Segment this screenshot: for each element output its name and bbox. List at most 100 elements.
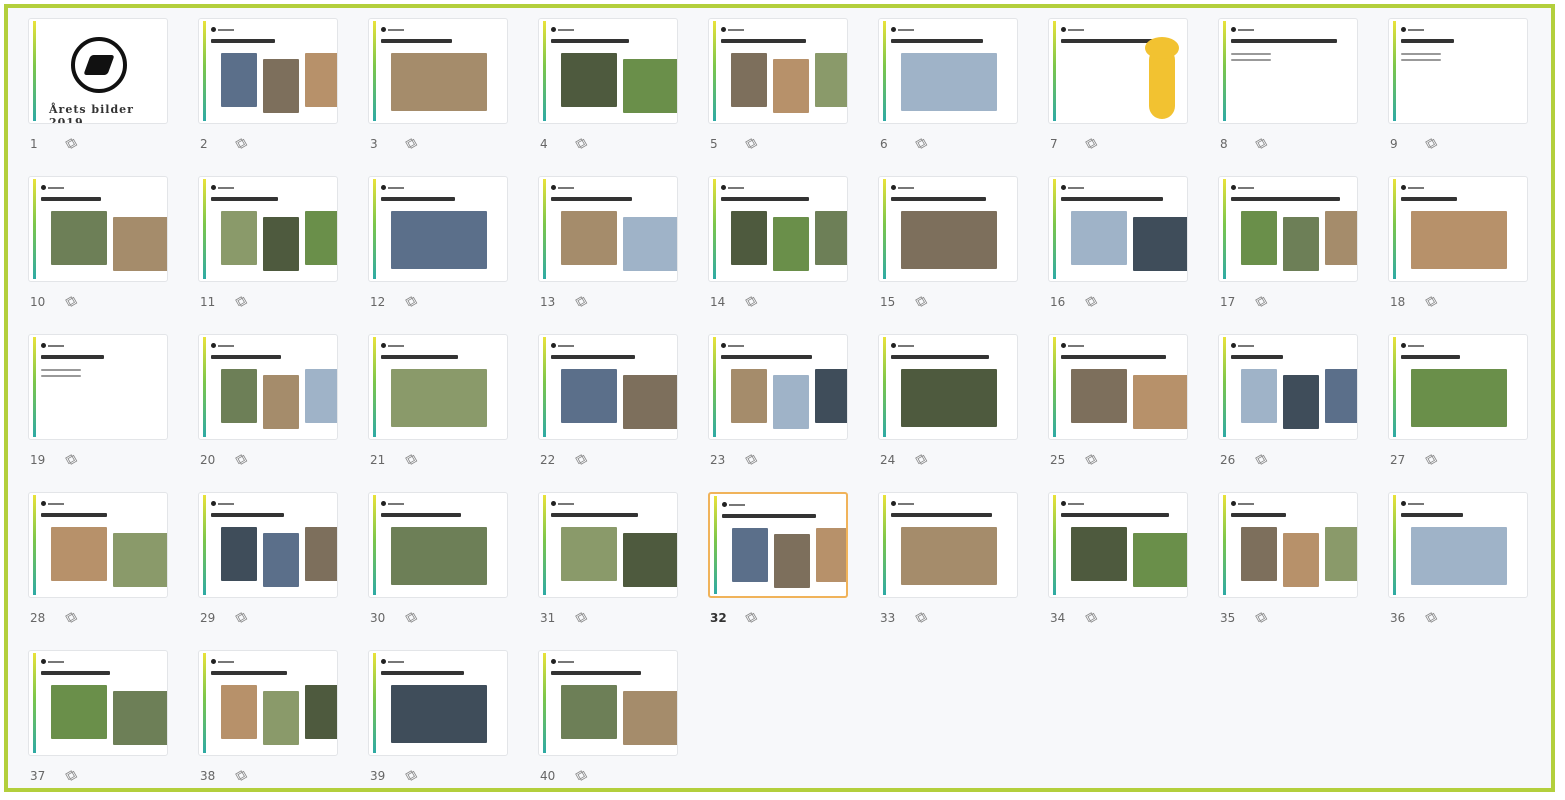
paperclip-icon[interactable]: ⧉ [59, 605, 84, 630]
paperclip-icon[interactable]: ⧉ [1079, 605, 1104, 630]
slide-thumbnail[interactable] [1048, 492, 1188, 598]
slide-thumbnail[interactable] [708, 334, 848, 440]
slide-thumbnail[interactable]: Årets bilder 2019 [28, 18, 168, 124]
slide-item[interactable]: 9 ⧉ [1388, 18, 1548, 168]
slide-thumbnail[interactable] [708, 176, 848, 282]
slide-thumbnail[interactable] [198, 176, 338, 282]
paperclip-icon[interactable]: ⧉ [1249, 289, 1274, 314]
paperclip-icon[interactable]: ⧉ [59, 131, 84, 156]
paperclip-icon[interactable]: ⧉ [569, 447, 594, 472]
slide-thumbnail[interactable] [878, 334, 1018, 440]
slide-item[interactable]: 10 ⧉ [28, 176, 188, 326]
slide-item[interactable]: 14 ⧉ [708, 176, 868, 326]
paperclip-icon[interactable]: ⧉ [569, 131, 594, 156]
paperclip-icon[interactable]: ⧉ [399, 289, 424, 314]
slide-item[interactable]: 28 ⧉ [28, 492, 188, 642]
slide-thumbnail[interactable] [878, 176, 1018, 282]
slide-thumbnail[interactable] [1048, 334, 1188, 440]
paperclip-icon[interactable]: ⧉ [909, 447, 934, 472]
slide-thumbnail[interactable] [1388, 176, 1528, 282]
slide-thumbnail[interactable] [878, 492, 1018, 598]
slide-thumbnail[interactable] [708, 492, 848, 598]
slide-item[interactable]: 12 ⧉ [368, 176, 528, 326]
slide-item[interactable]: 19 ⧉ [28, 334, 188, 484]
slide-item[interactable]: 2 ⧉ [198, 18, 358, 168]
slide-thumbnail[interactable] [368, 492, 508, 598]
slide-item[interactable]: 34 ⧉ [1048, 492, 1208, 642]
slide-item[interactable]: 37 ⧉ [28, 650, 188, 800]
paperclip-icon[interactable]: ⧉ [1079, 447, 1104, 472]
slide-item[interactable]: 4 ⧉ [538, 18, 698, 168]
slide-item[interactable]: 29 ⧉ [198, 492, 358, 642]
paperclip-icon[interactable]: ⧉ [1419, 289, 1444, 314]
slide-thumbnail[interactable] [28, 492, 168, 598]
slide-item[interactable]: 30 ⧉ [368, 492, 528, 642]
slide-thumbnail[interactable] [28, 650, 168, 756]
slide-item[interactable]: 32 ⧉ [708, 492, 868, 642]
slide-thumbnail[interactable] [368, 650, 508, 756]
paperclip-icon[interactable]: ⧉ [229, 289, 254, 314]
slide-thumbnail[interactable] [198, 492, 338, 598]
paperclip-icon[interactable]: ⧉ [229, 763, 254, 788]
slide-item[interactable]: 15 ⧉ [878, 176, 1038, 326]
slide-thumbnail[interactable] [538, 334, 678, 440]
slide-item[interactable]: 39 ⧉ [368, 650, 528, 800]
paperclip-icon[interactable]: ⧉ [1079, 289, 1104, 314]
slide-item[interactable]: 16 ⧉ [1048, 176, 1208, 326]
slide-thumbnail[interactable] [198, 334, 338, 440]
slide-item[interactable]: 5 ⧉ [708, 18, 868, 168]
slide-thumbnail[interactable] [368, 18, 508, 124]
paperclip-icon[interactable]: ⧉ [1249, 447, 1274, 472]
paperclip-icon[interactable]: ⧉ [909, 605, 934, 630]
slide-item[interactable]: 20 ⧉ [198, 334, 358, 484]
paperclip-icon[interactable]: ⧉ [59, 289, 84, 314]
slide-item[interactable]: 23 ⧉ [708, 334, 868, 484]
slide-thumbnail[interactable] [28, 176, 168, 282]
paperclip-icon[interactable]: ⧉ [1249, 605, 1274, 630]
paperclip-icon[interactable]: ⧉ [909, 131, 934, 156]
slide-item[interactable]: 25 ⧉ [1048, 334, 1208, 484]
paperclip-icon[interactable]: ⧉ [569, 763, 594, 788]
paperclip-icon[interactable]: ⧉ [569, 605, 594, 630]
slide-thumbnail[interactable] [28, 334, 168, 440]
paperclip-icon[interactable]: ⧉ [59, 447, 84, 472]
slide-thumbnail[interactable] [368, 334, 508, 440]
slide-thumbnail[interactable] [368, 176, 508, 282]
paperclip-icon[interactable]: ⧉ [739, 289, 764, 314]
slide-thumbnail[interactable] [198, 650, 338, 756]
slide-item[interactable]: 33 ⧉ [878, 492, 1038, 642]
slide-item[interactable]: 7 ⧉ [1048, 18, 1208, 168]
paperclip-icon[interactable]: ⧉ [399, 763, 424, 788]
paperclip-icon[interactable]: ⧉ [1419, 447, 1444, 472]
paperclip-icon[interactable]: ⧉ [1419, 605, 1444, 630]
paperclip-icon[interactable]: ⧉ [399, 131, 424, 156]
slide-item[interactable]: 8 ⧉ [1218, 18, 1378, 168]
paperclip-icon[interactable]: ⧉ [229, 447, 254, 472]
slide-thumbnail[interactable] [1388, 334, 1528, 440]
paperclip-icon[interactable]: ⧉ [229, 131, 254, 156]
slide-item[interactable]: Årets bilder 2019 1 ⧉ [28, 18, 188, 168]
slide-item[interactable]: 40 ⧉ [538, 650, 698, 800]
paperclip-icon[interactable]: ⧉ [399, 447, 424, 472]
paperclip-icon[interactable]: ⧉ [909, 289, 934, 314]
slide-item[interactable]: 36 ⧉ [1388, 492, 1548, 642]
slide-thumbnail[interactable] [1388, 18, 1528, 124]
slide-thumbnail[interactable] [1218, 492, 1358, 598]
slide-item[interactable]: 26 ⧉ [1218, 334, 1378, 484]
slide-item[interactable]: 11 ⧉ [198, 176, 358, 326]
slide-item[interactable]: 35 ⧉ [1218, 492, 1378, 642]
slide-thumbnail[interactable] [1048, 176, 1188, 282]
paperclip-icon[interactable]: ⧉ [229, 605, 254, 630]
slide-item[interactable]: 24 ⧉ [878, 334, 1038, 484]
paperclip-icon[interactable]: ⧉ [399, 605, 424, 630]
paperclip-icon[interactable]: ⧉ [1249, 131, 1274, 156]
slide-item[interactable]: 22 ⧉ [538, 334, 698, 484]
slide-item[interactable]: 38 ⧉ [198, 650, 358, 800]
paperclip-icon[interactable]: ⧉ [569, 289, 594, 314]
slide-thumbnail[interactable] [198, 18, 338, 124]
slide-thumbnail[interactable] [1388, 492, 1528, 598]
slide-item[interactable]: 18 ⧉ [1388, 176, 1548, 326]
slide-item[interactable]: 21 ⧉ [368, 334, 528, 484]
slide-thumbnail[interactable] [1048, 18, 1188, 124]
paperclip-icon[interactable]: ⧉ [739, 131, 764, 156]
